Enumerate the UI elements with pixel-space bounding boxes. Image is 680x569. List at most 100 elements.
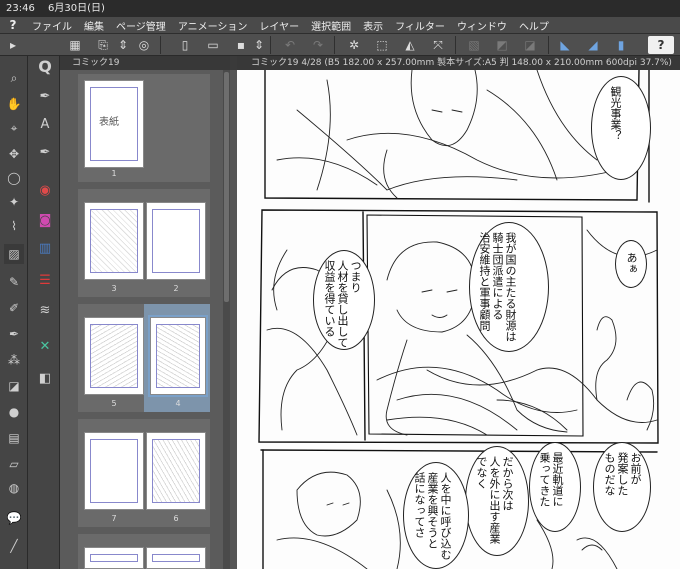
page-thumb-5[interactable] bbox=[84, 317, 144, 395]
perspective-ruler-icon[interactable]: ◢ bbox=[583, 36, 603, 54]
text-settings-icon[interactable]: A bbox=[34, 114, 56, 136]
balloon-text: だから次は 人を外に出す産業 でなく bbox=[475, 456, 514, 544]
fill-icon[interactable]: ◭ bbox=[400, 36, 420, 54]
page-spread-partial[interactable] bbox=[78, 534, 210, 569]
stepper-icon[interactable]: ⇕ bbox=[117, 36, 129, 54]
menu-selection[interactable]: 選択範囲 bbox=[305, 18, 357, 33]
airbrush-icon[interactable]: ⁂ bbox=[4, 350, 24, 370]
page-panel-scrollbar[interactable] bbox=[223, 70, 230, 569]
side-panel-toggle-icon[interactable]: ▸ bbox=[3, 36, 23, 54]
operation-tool-icon[interactable]: ⌖ bbox=[4, 118, 24, 138]
menu-bar: ? ファイル 編集 ページ管理 アニメーション レイヤー 選択範囲 表示 フィル… bbox=[0, 17, 680, 34]
pen-pressure-icon[interactable]: ▮ bbox=[611, 36, 631, 54]
page-thumb-3[interactable] bbox=[84, 202, 144, 280]
balloon-text: 最近軌道に 乗ってきた bbox=[538, 452, 564, 507]
status-time: 23:46 bbox=[6, 3, 35, 14]
stepper2-icon[interactable]: ⇕ bbox=[253, 36, 265, 54]
stroke-icon[interactable]: ≋ bbox=[34, 300, 56, 322]
vector-pen-icon[interactable]: ✒ bbox=[34, 142, 56, 164]
loading-icon[interactable]: ✲ bbox=[344, 36, 364, 54]
deselect-icon[interactable]: ◩ bbox=[492, 36, 512, 54]
undo-icon[interactable]: ↶ bbox=[280, 36, 300, 54]
fill-bucket-icon[interactable]: ◪ bbox=[4, 376, 24, 396]
canvas-scrollbar[interactable] bbox=[230, 70, 237, 569]
page-thumb-cover[interactable]: 表紙 1 bbox=[78, 74, 210, 182]
layer-palette-icon[interactable]: ▥ bbox=[34, 238, 56, 260]
color-wheel-icon[interactable]: ◉ bbox=[34, 180, 56, 202]
material-icon[interactable]: ✕ bbox=[34, 336, 56, 358]
lasso-icon[interactable]: ◯ bbox=[4, 168, 24, 188]
page-number: 2 bbox=[173, 284, 179, 293]
pen-settings-icon[interactable]: ✒ bbox=[34, 86, 56, 108]
page-spread-7-6[interactable]: 7 6 bbox=[78, 419, 210, 527]
move-layer-icon[interactable]: ✥ bbox=[4, 144, 24, 164]
save-icon[interactable]: ▪ bbox=[231, 36, 251, 54]
help-icon[interactable]: ? bbox=[648, 36, 674, 54]
pen-tool-icon[interactable]: ✎ bbox=[4, 272, 24, 292]
page-panel-tab-label: コミック19 bbox=[72, 58, 120, 68]
menu-filter[interactable]: フィルター bbox=[389, 18, 451, 33]
balloon-text: つまり 人材を貸し出して 収益を得ている bbox=[323, 260, 362, 348]
page-number: 6 bbox=[173, 514, 179, 523]
tool-bar: ⌕ ✋ ⌖ ✥ ◯ ✦ ⌇ ▨ ✎ ✐ ✒ ⁂ ◪ ● ▤ ▱ ◍ 💬 ╱ bbox=[0, 56, 28, 569]
status-date: 6月30日(日) bbox=[48, 3, 105, 14]
invert-selection-icon[interactable]: ◪ bbox=[520, 36, 540, 54]
menu-help[interactable]: ヘルプ bbox=[513, 18, 555, 33]
redo-icon[interactable]: ↷ bbox=[308, 36, 328, 54]
color-swatch-icon[interactable]: ▨ bbox=[4, 244, 24, 264]
canvas-tab[interactable]: コミック19 4/28 (B5 182.00 x 257.00mm 製本サイズ:… bbox=[237, 56, 680, 70]
app-logo-icon[interactable]: ? bbox=[0, 18, 26, 32]
ruler-icon[interactable]: ◣ bbox=[555, 36, 575, 54]
menu-file[interactable]: ファイル bbox=[26, 18, 78, 33]
page-number: 3 bbox=[111, 284, 117, 293]
page-thumb-4[interactable] bbox=[148, 315, 208, 397]
page-number: 1 bbox=[111, 169, 117, 178]
menu-view[interactable]: 表示 bbox=[357, 18, 389, 33]
blend-icon[interactable]: ◍ bbox=[4, 478, 24, 498]
eraser-icon[interactable]: ▱ bbox=[4, 454, 24, 474]
eyedropper-icon[interactable]: ⌇ bbox=[4, 216, 24, 236]
export-icon[interactable]: ⎘ bbox=[93, 36, 113, 54]
line-tool-icon[interactable]: ╱ bbox=[4, 536, 24, 556]
page-panel-tab[interactable]: コミック19 bbox=[60, 56, 230, 70]
sub-tool-bar: Q ✒ A ✒ ◉ ◙ ▥ ☰ ≋ ✕ ◧ bbox=[28, 56, 60, 569]
q-button-icon[interactable]: Q bbox=[34, 56, 56, 78]
page-number: 4 bbox=[175, 399, 181, 408]
select-all-icon[interactable]: ▧ bbox=[464, 36, 484, 54]
transform-icon[interactable]: ⬚ bbox=[372, 36, 392, 54]
menu-edit[interactable]: 編集 bbox=[78, 18, 110, 33]
menu-layer[interactable]: レイヤー bbox=[253, 18, 305, 33]
rotate-icon[interactable]: ◎ bbox=[134, 36, 154, 54]
frame-border-icon[interactable]: ▤ bbox=[4, 428, 24, 448]
navigator-icon[interactable]: ◧ bbox=[34, 368, 56, 390]
balloon-tool-icon[interactable]: 💬 bbox=[4, 508, 24, 528]
pencil-tool-icon[interactable]: ✐ bbox=[4, 298, 24, 318]
balloon-text: 観光事業？ bbox=[609, 86, 622, 141]
menu-animation[interactable]: アニメーション bbox=[172, 18, 254, 33]
deform-icon[interactable]: ⤧ bbox=[428, 36, 448, 54]
balloon-text: お前が 発案した ものだな bbox=[603, 452, 642, 496]
page-spread-5-4[interactable]: 5 4 bbox=[78, 304, 210, 412]
page-thumb-7[interactable] bbox=[84, 432, 144, 510]
balloon-text: 人を中に呼び込む 産業を興そうと 話になってさ bbox=[413, 472, 452, 560]
drop-icon[interactable]: ● bbox=[4, 402, 24, 422]
auto-select-icon[interactable]: ✦ bbox=[4, 192, 24, 212]
new-file-icon[interactable]: ▯ bbox=[175, 36, 195, 54]
cover-title: 表紙 bbox=[99, 117, 119, 128]
menu-window[interactable]: ウィンドウ bbox=[451, 18, 513, 33]
page-thumb-2[interactable] bbox=[146, 202, 206, 280]
hand-tool-icon[interactable]: ✋ bbox=[4, 94, 24, 114]
menu-page-management[interactable]: ページ管理 bbox=[110, 18, 172, 33]
manga-page-canvas[interactable]: 観光事業？ 我が国の主たる財源は 騎士団派遣による 治安維持と軍事顧問 つまり … bbox=[237, 70, 680, 569]
page-number: 7 bbox=[111, 514, 117, 523]
brush-tool-icon[interactable]: ✒ bbox=[4, 324, 24, 344]
zoom-tool-icon[interactable]: ⌕ bbox=[4, 68, 24, 88]
command-bar: ▸ ▦ ⎘ ⇕ ◎ ▯ ▭ ▪ ⇕ ↶ ↷ ✲ ⬚ ◭ ⤧ ▧ ◩ ◪ ◣ ◢ … bbox=[0, 34, 680, 56]
grid-icon[interactable]: ▦ bbox=[65, 36, 85, 54]
system-status-bar: 23:46 6月30日(日) bbox=[0, 0, 680, 17]
brush-size-icon[interactable]: ☰ bbox=[34, 270, 56, 292]
page-thumb-6[interactable] bbox=[146, 432, 206, 510]
open-folder-icon[interactable]: ▭ bbox=[203, 36, 223, 54]
color-set-icon[interactable]: ◙ bbox=[34, 210, 56, 232]
page-spread-3-2[interactable]: 3 2 bbox=[78, 189, 210, 297]
